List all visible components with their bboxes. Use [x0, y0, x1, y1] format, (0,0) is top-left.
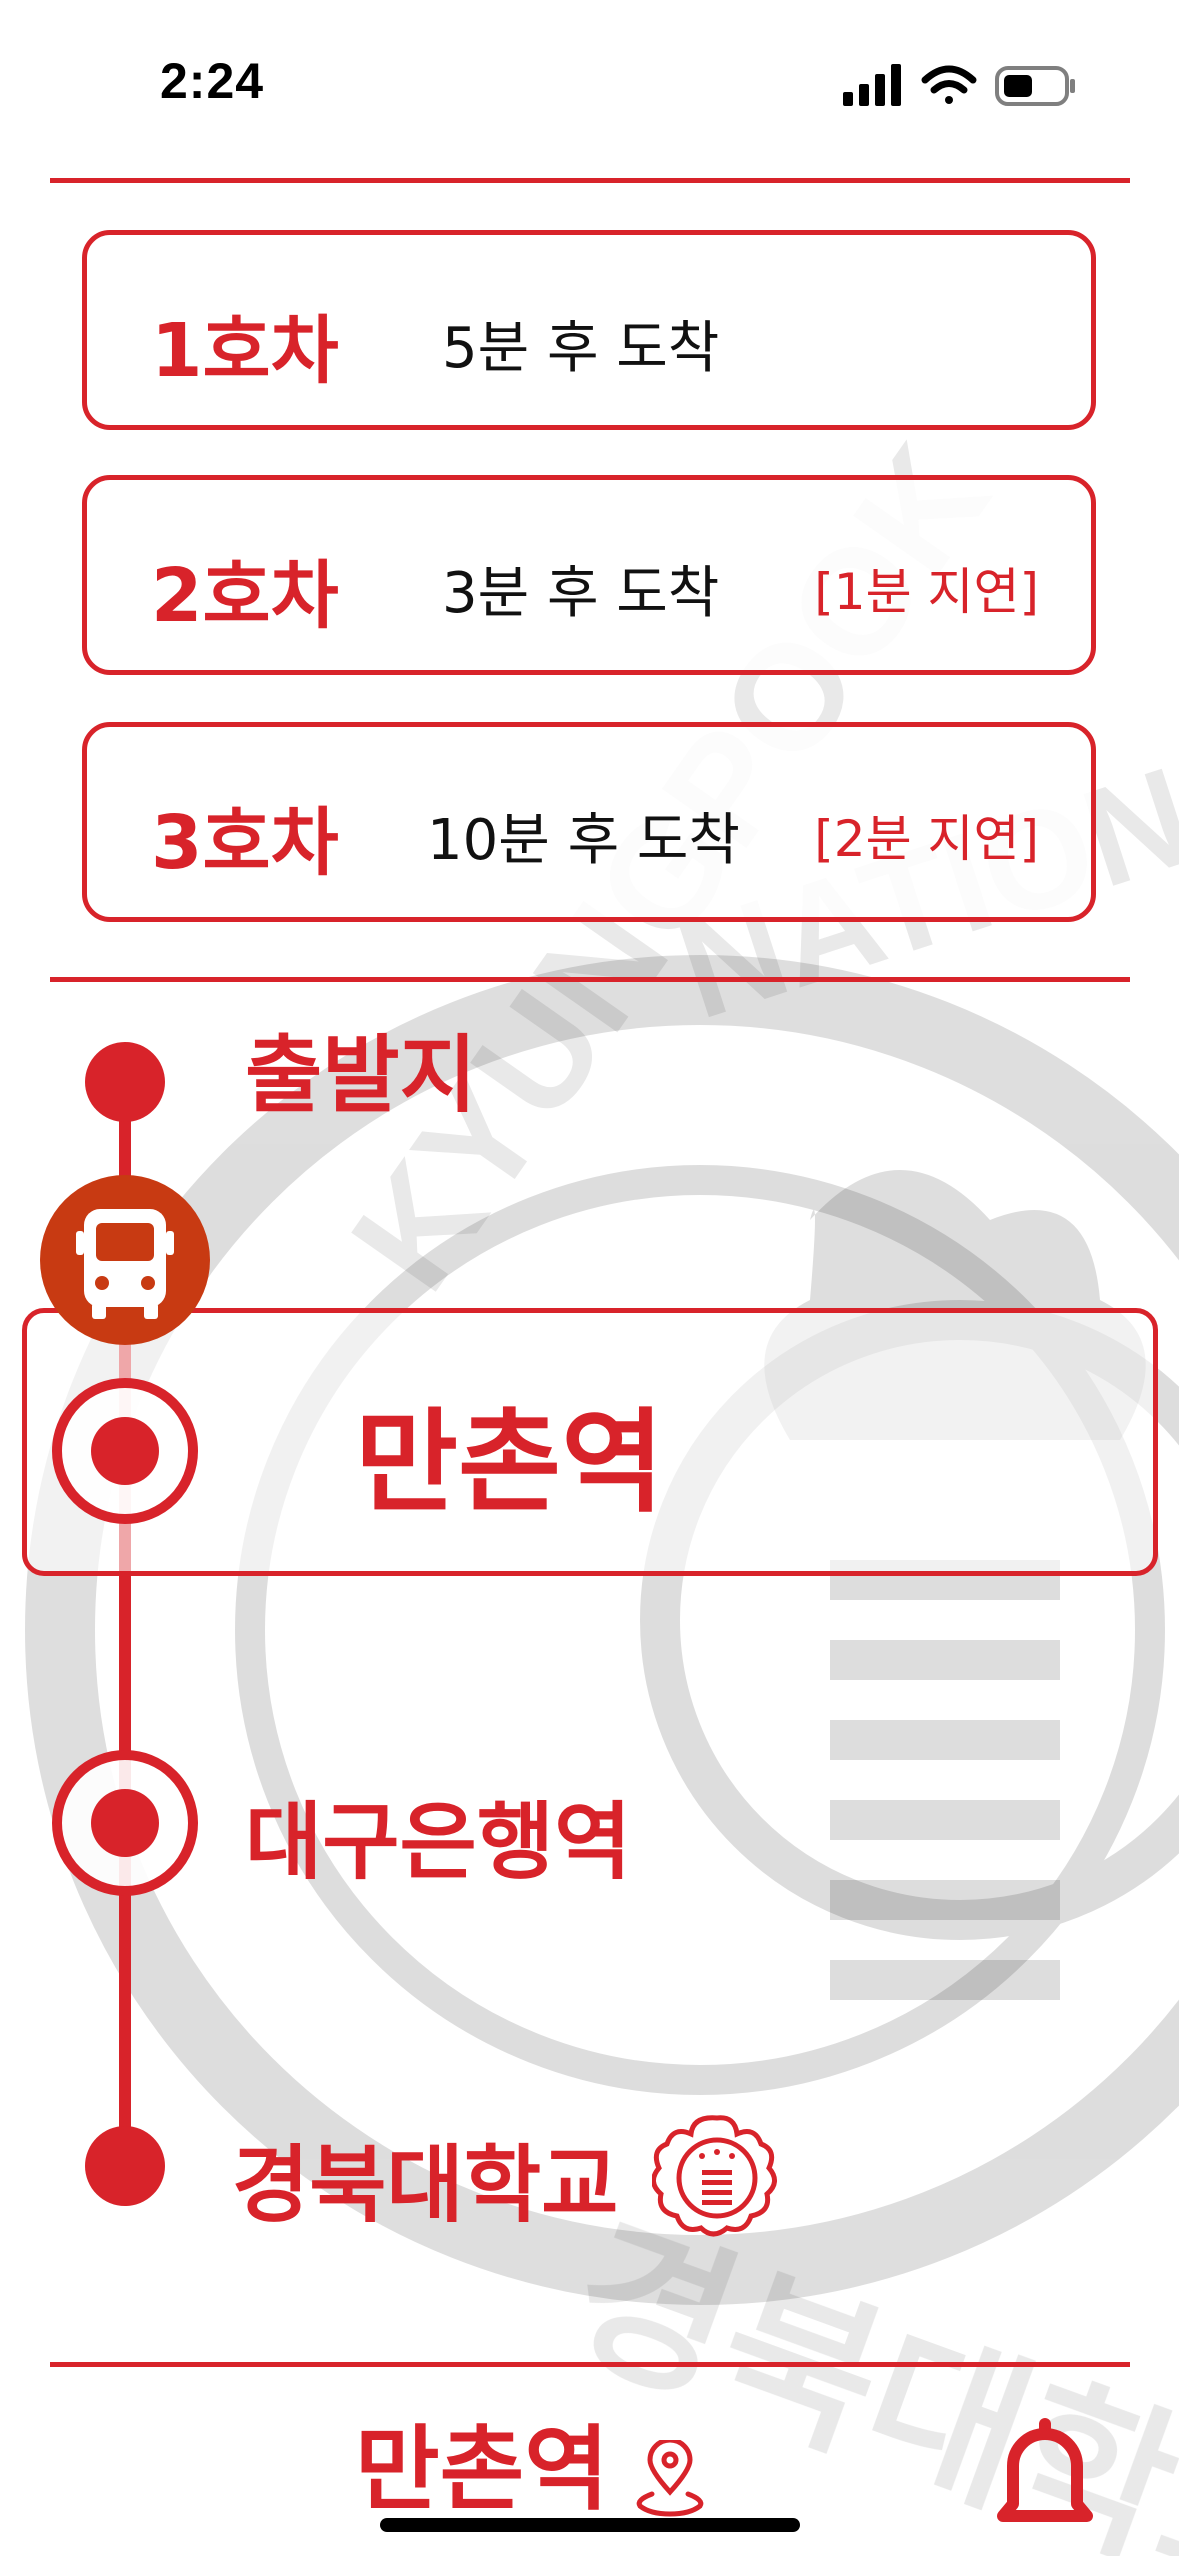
destination-stop-label[interactable]: 경북대학교 [232, 2118, 618, 2239]
bus-name: 1호차 [151, 308, 339, 394]
bus-eta: 5분 후 도착 [442, 316, 720, 381]
bus-name: 3호차 [151, 800, 339, 886]
status-time: 2:24 [160, 53, 265, 109]
bus-delay: [1분 지연] [814, 563, 1039, 621]
home-indicator[interactable] [380, 2518, 800, 2532]
bus-delay: [2분 지연] [814, 810, 1039, 868]
bus-name: 2호차 [151, 553, 339, 639]
route-divider [50, 977, 1130, 982]
signal-icon [843, 64, 901, 106]
bus-eta: 3분 후 도착 [442, 561, 720, 626]
location-pin-icon[interactable] [630, 2440, 710, 2520]
bell-icon[interactable] [985, 2412, 1105, 2542]
origin-stop-label[interactable]: 출발지 [245, 1008, 477, 1129]
next-stop-label[interactable]: 대구은행역 [245, 1775, 631, 1896]
bus-card-2[interactable]: 2호차 3분 후 도착 [1분 지연] [82, 475, 1096, 675]
destination-stop-dot [85, 2126, 165, 2206]
wifi-icon [921, 65, 977, 104]
university-emblem-icon [652, 2115, 777, 2237]
top-divider [50, 178, 1130, 183]
bus-card-1[interactable]: 1호차 5분 후 도착 [82, 230, 1096, 430]
bus-position-marker [40, 1175, 210, 1345]
next-stop-ring [52, 1750, 198, 1896]
current-stop-label: 만촌역 [355, 1398, 665, 1528]
battery-icon [995, 66, 1075, 106]
origin-stop-dot [85, 1042, 165, 1122]
bottom-station-label[interactable]: 만촌역 [355, 2395, 609, 2528]
bus-card-3[interactable]: 3호차 10분 후 도착 [2분 지연] [82, 722, 1096, 922]
status-icons [843, 62, 1083, 116]
current-stop-ring [52, 1378, 198, 1524]
bus-icon [76, 1209, 174, 1319]
bottom-divider [50, 2362, 1130, 2367]
bus-eta: 10분 후 도착 [427, 808, 740, 873]
